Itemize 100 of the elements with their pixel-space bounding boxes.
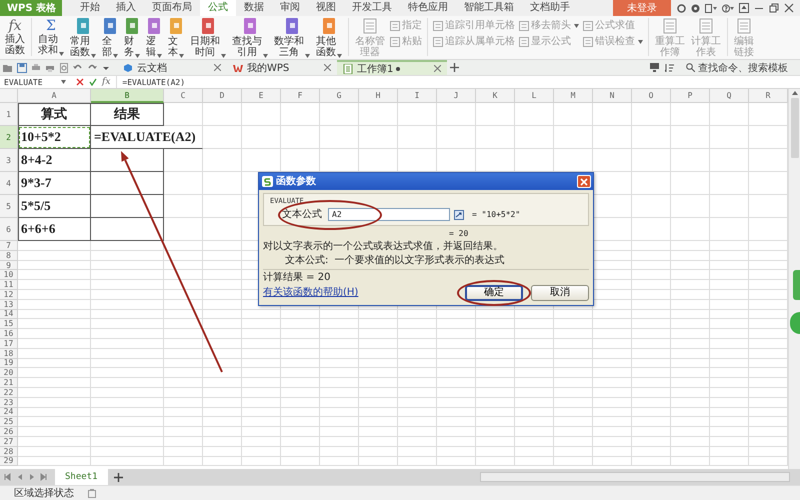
previous-sheet-icon[interactable] xyxy=(16,473,23,481)
column-header[interactable]: R xyxy=(749,89,788,103)
column-header[interactable]: M xyxy=(554,89,593,103)
help-link[interactable]: 有关该函数的帮助(H) xyxy=(263,287,457,299)
first-sheet-icon[interactable] xyxy=(4,473,11,481)
menu-tab[interactable]: 审阅 xyxy=(272,0,308,16)
row-header[interactable]: 12 xyxy=(0,290,18,300)
function-button[interactable]: Σ 自动求和 xyxy=(37,18,65,56)
column-header[interactable]: I xyxy=(398,89,437,103)
column-header[interactable]: N xyxy=(593,89,632,103)
ribbon-button[interactable]: 常用函数 xyxy=(69,18,97,58)
row-header[interactable]: 20 xyxy=(0,368,18,378)
column-header[interactable]: F xyxy=(281,89,320,103)
column-header[interactable]: O xyxy=(632,89,671,103)
monitor-icon[interactable] xyxy=(650,63,659,72)
ribbon-button[interactable]: 数学和三角 xyxy=(273,18,311,58)
confirm-icon[interactable] xyxy=(89,78,97,86)
row-header[interactable]: 29 xyxy=(0,456,18,466)
add-sheet-icon[interactable] xyxy=(114,472,123,482)
row-header[interactable]: 11 xyxy=(0,280,18,290)
function-button[interactable]: fx 插入函数 xyxy=(4,18,26,56)
row-header[interactable]: 25 xyxy=(0,417,18,428)
menu-tab[interactable]: 视图 xyxy=(308,0,344,16)
document-tab[interactable]: 云文档 xyxy=(117,60,227,75)
column-header[interactable]: H xyxy=(359,89,398,103)
row-header[interactable]: 4 xyxy=(0,172,18,195)
row-header[interactable]: 17 xyxy=(0,338,18,349)
row-header[interactable]: 22 xyxy=(0,388,18,398)
row-header[interactable]: 5 xyxy=(0,195,18,218)
cancel-icon[interactable] xyxy=(76,78,84,86)
row-header[interactable]: 1 xyxy=(0,103,18,126)
clipboard-icon[interactable] xyxy=(88,488,96,498)
horizontal-scrollbar[interactable] xyxy=(480,472,790,482)
app-logo[interactable]: WPS 表格 xyxy=(0,0,62,16)
menu-tab[interactable]: 数据 xyxy=(236,0,272,16)
vertical-scrollbar[interactable] xyxy=(788,89,800,469)
row-header[interactable]: 8 xyxy=(0,250,18,261)
row-header[interactable]: 2 xyxy=(0,126,18,149)
menu-tab[interactable]: 智能工具箱 xyxy=(456,0,522,16)
scrollbar-thumb[interactable] xyxy=(790,98,798,158)
printer-icon[interactable] xyxy=(31,62,41,72)
menu-tab[interactable]: 开发工具 xyxy=(344,0,400,16)
column-header[interactable]: D xyxy=(203,89,242,103)
close-icon[interactable] xyxy=(324,64,331,71)
ok-button[interactable]: 确定 xyxy=(465,285,523,301)
sheet-tab[interactable]: Sheet1 xyxy=(55,469,108,485)
collapse-dialog-icon[interactable] xyxy=(454,210,464,220)
next-sheet-icon[interactable] xyxy=(28,473,35,481)
column-header[interactable]: A xyxy=(18,89,91,103)
row-header[interactable]: 26 xyxy=(0,427,18,437)
menu-tab[interactable]: 开始 xyxy=(72,0,108,16)
add-icon[interactable] xyxy=(450,63,459,72)
column-header[interactable]: L xyxy=(515,89,554,103)
menu-tab[interactable]: 插入 xyxy=(108,0,144,16)
column-header[interactable]: C xyxy=(164,89,203,103)
menu-tab[interactable]: 页面布局 xyxy=(144,0,200,16)
row-header[interactable]: 15 xyxy=(0,319,18,330)
close-button[interactable] xyxy=(577,175,591,188)
last-sheet-icon[interactable] xyxy=(40,473,47,481)
row-header[interactable]: 9 xyxy=(0,260,18,270)
row-header[interactable]: 16 xyxy=(0,329,18,339)
menu-tab[interactable]: 特色应用 xyxy=(400,0,456,16)
ribbon-button[interactable]: 其他函数 xyxy=(315,18,343,58)
column-header[interactable]: E xyxy=(242,89,281,103)
row-header[interactable]: 23 xyxy=(0,398,18,408)
row-header[interactable]: 28 xyxy=(0,446,18,457)
row-header[interactable]: 7 xyxy=(0,241,18,251)
menu-tab[interactable]: 公式 xyxy=(200,0,236,16)
ribbon-button[interactable]: 全部 xyxy=(101,18,119,58)
argument-input[interactable]: A2 xyxy=(328,208,450,221)
row-header[interactable]: 18 xyxy=(0,348,18,359)
cancel-button[interactable]: 取消 xyxy=(531,285,589,301)
row-header[interactable]: 13 xyxy=(0,300,18,310)
close-icon[interactable] xyxy=(784,3,794,13)
row-header[interactable]: 21 xyxy=(0,378,18,388)
row-header[interactable]: 10 xyxy=(0,270,18,280)
formula-input[interactable]: =EVALUATE(A2) xyxy=(116,76,800,88)
column-header[interactable]: P xyxy=(671,89,710,103)
name-box[interactable]: EVALUATE xyxy=(0,76,70,88)
row-header[interactable]: 6 xyxy=(0,218,18,241)
row-header[interactable]: 24 xyxy=(0,408,18,418)
insert-function-button[interactable]: fx xyxy=(102,77,110,87)
column-header[interactable]: B xyxy=(91,89,164,103)
command-search[interactable]: 查找命令、搜索模板 xyxy=(680,60,794,76)
column-header[interactable]: G xyxy=(320,89,359,103)
row-header[interactable]: 14 xyxy=(0,310,18,320)
close-icon[interactable] xyxy=(214,64,221,71)
row-header[interactable]: 3 xyxy=(0,149,18,172)
close-icon[interactable] xyxy=(434,65,441,72)
save-icon[interactable] xyxy=(17,62,27,72)
restore-icon[interactable] xyxy=(769,3,779,13)
sort-icon[interactable] xyxy=(665,63,674,72)
menu-tab[interactable]: 文档助手 xyxy=(522,0,578,16)
column-header[interactable]: J xyxy=(437,89,476,103)
help-icon[interactable] xyxy=(722,4,734,12)
ribbon-button[interactable]: 财务 xyxy=(123,18,141,58)
scroll-up-icon[interactable] xyxy=(792,91,798,95)
login-button[interactable]: 未登录 xyxy=(613,0,671,16)
preview-icon[interactable] xyxy=(59,62,69,72)
column-header[interactable]: K xyxy=(476,89,515,103)
